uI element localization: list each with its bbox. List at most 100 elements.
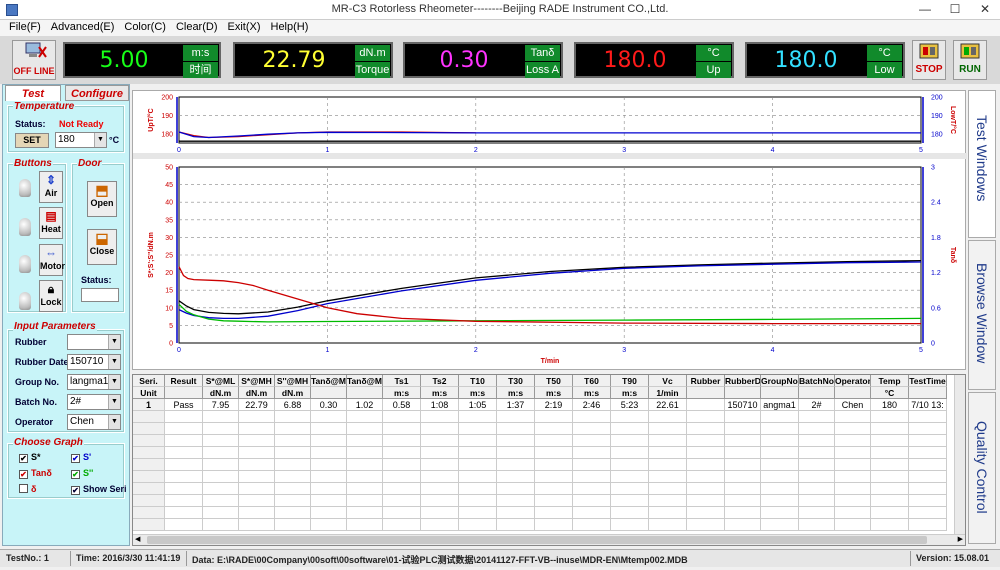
empty-cell <box>799 411 835 423</box>
column-header[interactable]: GroupNo. <box>761 375 799 387</box>
scrollbar-thumb[interactable] <box>147 536 927 544</box>
rubber-select[interactable]: ▼ <box>67 334 121 350</box>
offline-button[interactable]: OFF LINE <box>12 40 56 80</box>
column-header[interactable]: RubberDate <box>725 375 761 387</box>
column-header[interactable]: S*@ML <box>203 375 239 387</box>
empty-cell <box>133 495 165 507</box>
column-header[interactable]: Temp <box>871 375 909 387</box>
menu-file[interactable]: File(F) <box>4 20 46 33</box>
column-header[interactable]: T90 <box>611 375 649 387</box>
rubber-date-select[interactable]: 150710 ▼ <box>67 354 121 370</box>
column-header[interactable]: Tanδ@MH <box>311 375 347 387</box>
column-header[interactable]: Vc <box>649 375 687 387</box>
checkbox-s-prime[interactable]: ✔ S' <box>71 452 91 463</box>
door-open-button[interactable]: ⬒ Open <box>87 181 117 217</box>
tab-test[interactable]: Test <box>5 85 61 101</box>
column-header[interactable]: T50 <box>535 375 573 387</box>
minimize-button[interactable]: — <box>910 0 940 20</box>
menu-help[interactable]: Help(H) <box>266 20 314 33</box>
empty-cell <box>347 435 383 447</box>
table-cell: 1:08 <box>421 399 459 411</box>
table-cell: 22.61 <box>649 399 687 411</box>
checkbox-s-double-prime[interactable]: ✔ S'' <box>71 468 93 479</box>
column-header[interactable]: Tanδ@ML <box>347 375 383 387</box>
checkbox-delta[interactable]: δ <box>19 484 36 494</box>
column-header[interactable]: S*@MH <box>239 375 275 387</box>
menu-exit[interactable]: Exit(X) <box>223 20 266 33</box>
column-header[interactable]: Ts1 <box>383 375 421 387</box>
buttons-title: Buttons <box>13 158 53 169</box>
empty-cell <box>133 507 165 519</box>
column-unit: Unit <box>133 387 165 399</box>
tan-delta-value: 0.30 <box>439 48 489 73</box>
door-close-button[interactable]: ⬓ Close <box>87 229 117 265</box>
column-header[interactable]: Result <box>165 375 203 387</box>
tab-quality-control[interactable]: Quality Control <box>968 392 996 544</box>
cure-chart-y-left-label: S*;S';S''/dN.m <box>148 232 155 278</box>
column-header[interactable]: TestTime <box>909 375 947 387</box>
table-cell <box>687 399 725 411</box>
empty-cell <box>835 459 871 471</box>
computer-network-icon <box>25 42 47 58</box>
menu-advanced[interactable]: Advanced(E) <box>46 20 120 33</box>
scroll-left-icon[interactable]: ◀ <box>135 535 140 545</box>
empty-cell <box>535 411 573 423</box>
empty-cell <box>459 411 497 423</box>
column-header[interactable]: BatchNo. <box>799 375 835 387</box>
empty-cell <box>383 423 421 435</box>
temp-chart-y-right-tick-label: 190 <box>931 113 943 120</box>
column-header[interactable]: T10 <box>459 375 497 387</box>
close-window-button[interactable]: ✕ <box>970 0 1000 20</box>
menu-clear[interactable]: Clear(D) <box>171 20 223 33</box>
column-header[interactable]: Seri. <box>133 375 165 387</box>
tab-test-windows[interactable]: Test Windows <box>968 90 996 238</box>
motor-button[interactable]: ⇔ Motor <box>39 244 65 276</box>
empty-cell <box>275 519 311 531</box>
set-temp-button[interactable]: SET <box>15 133 49 148</box>
tab-configure[interactable]: Configure <box>65 85 129 101</box>
empty-cell <box>835 411 871 423</box>
empty-cell <box>275 447 311 459</box>
checkbox-s-star[interactable]: ✔ S* <box>19 452 41 463</box>
empty-cell <box>909 459 947 471</box>
checkbox-show-seri[interactable]: ✔ Show Seri <box>71 484 127 495</box>
table-cell: 150710 <box>725 399 761 411</box>
column-header[interactable]: Rubber <box>687 375 725 387</box>
heat-button[interactable]: ▤ Heat <box>39 207 63 239</box>
column-header[interactable]: Operator <box>835 375 871 387</box>
group-no-select[interactable]: langma1 ▼ <box>67 374 121 390</box>
chart-separator <box>133 153 967 159</box>
empty-cell <box>133 411 165 423</box>
menu-color[interactable]: Color(C) <box>119 20 171 33</box>
column-header[interactable]: T60 <box>573 375 611 387</box>
empty-cell <box>275 507 311 519</box>
maximize-button[interactable]: ☐ <box>940 0 970 20</box>
time-value: 5.00 <box>99 48 149 73</box>
table-vertical-scrollbar[interactable] <box>954 375 965 535</box>
lock-button[interactable]: 🔒︎ Lock <box>39 280 63 312</box>
column-header[interactable]: S''@MH <box>275 375 311 387</box>
scroll-right-icon[interactable]: ▶ <box>958 535 963 545</box>
checkbox-tan-delta[interactable]: ✔ Tanδ <box>19 468 52 479</box>
column-header[interactable]: Ts2 <box>421 375 459 387</box>
empty-cell <box>799 459 835 471</box>
door-status-field <box>81 288 119 302</box>
column-header[interactable]: T30 <box>497 375 535 387</box>
air-button[interactable]: ⇕ Air <box>39 171 63 203</box>
run-button[interactable]: RUN <box>953 40 987 80</box>
table-horizontal-scrollbar[interactable]: ◀ ▶ <box>133 534 965 545</box>
set-temp-select[interactable]: 180 ▼ <box>55 132 107 148</box>
empty-cell <box>497 459 535 471</box>
empty-cell <box>649 459 687 471</box>
empty-cell <box>311 447 347 459</box>
empty-cell <box>311 519 347 531</box>
torque-display: 22.79 dN.m Torque <box>233 42 393 78</box>
operator-select[interactable]: Chen ▼ <box>67 414 121 430</box>
stop-button[interactable]: STOP <box>912 40 946 80</box>
empty-cell <box>133 435 165 447</box>
empty-cell <box>799 435 835 447</box>
batch-no-select[interactable]: 2# ▼ <box>67 394 121 410</box>
empty-cell <box>311 423 347 435</box>
tab-browse-window[interactable]: Browse Window <box>968 240 996 390</box>
empty-cell <box>239 471 275 483</box>
